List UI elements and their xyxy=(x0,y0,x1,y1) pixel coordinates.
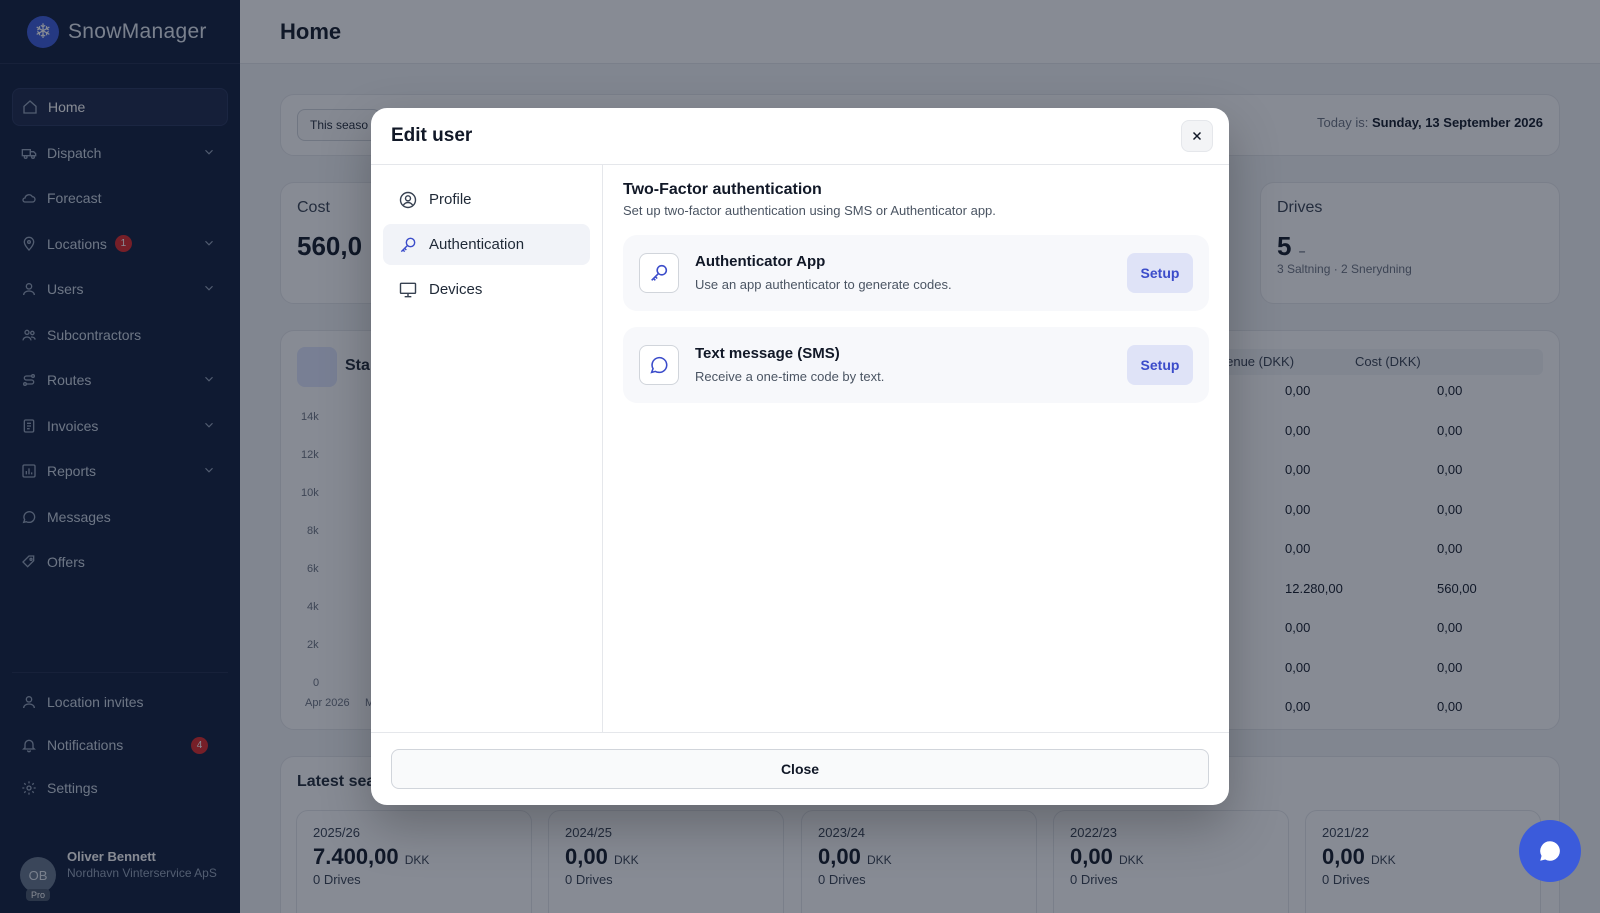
method-description: Use an app authenticator to generate cod… xyxy=(695,277,952,292)
close-button[interactable]: Close xyxy=(391,749,1209,789)
method-title: Authenticator App xyxy=(695,253,826,270)
modal-header: Edit user xyxy=(371,108,1229,165)
method-title: Text message (SMS) xyxy=(695,345,840,362)
user-circle-icon xyxy=(397,189,419,211)
modal-close-button[interactable] xyxy=(1181,120,1213,152)
chat-button[interactable] xyxy=(1519,820,1581,882)
key-icon xyxy=(639,253,679,293)
authenticator-setup-button[interactable]: Setup xyxy=(1127,253,1193,293)
edit-user-modal: Edit user Profile Authentication Devices… xyxy=(371,108,1229,805)
modal-tab-devices[interactable]: Devices xyxy=(383,269,590,310)
close-icon xyxy=(1192,131,1202,141)
modal-footer: Close xyxy=(371,732,1229,805)
section-subtitle: Set up two-factor authentication using S… xyxy=(623,203,996,218)
chat-bubble-icon xyxy=(639,345,679,385)
modal-tab-label: Profile xyxy=(429,191,472,208)
key-icon xyxy=(397,234,419,256)
modal-tab-label: Authentication xyxy=(429,236,525,253)
sms-method: Text message (SMS) Receive a one-time co… xyxy=(623,327,1209,403)
modal-tab-authentication[interactable]: Authentication xyxy=(383,224,590,265)
two-factor-section: Two-Factor authentication Set up two-fac… xyxy=(623,181,1209,403)
method-description: Receive a one-time code by text. xyxy=(695,369,885,384)
authenticator-app-method: Authenticator App Use an app authenticat… xyxy=(623,235,1209,311)
monitor-icon xyxy=(397,279,419,301)
modal-title: Edit user xyxy=(391,125,473,146)
sms-setup-button[interactable]: Setup xyxy=(1127,345,1193,385)
modal-tab-label: Devices xyxy=(429,281,483,298)
section-title: Two-Factor authentication xyxy=(623,181,822,198)
modal-nav: Profile Authentication Devices xyxy=(371,165,603,732)
modal-tab-profile[interactable]: Profile xyxy=(383,179,590,220)
modal-body: Profile Authentication Devices Two-Facto… xyxy=(371,165,1229,732)
chat-icon xyxy=(1540,841,1560,861)
